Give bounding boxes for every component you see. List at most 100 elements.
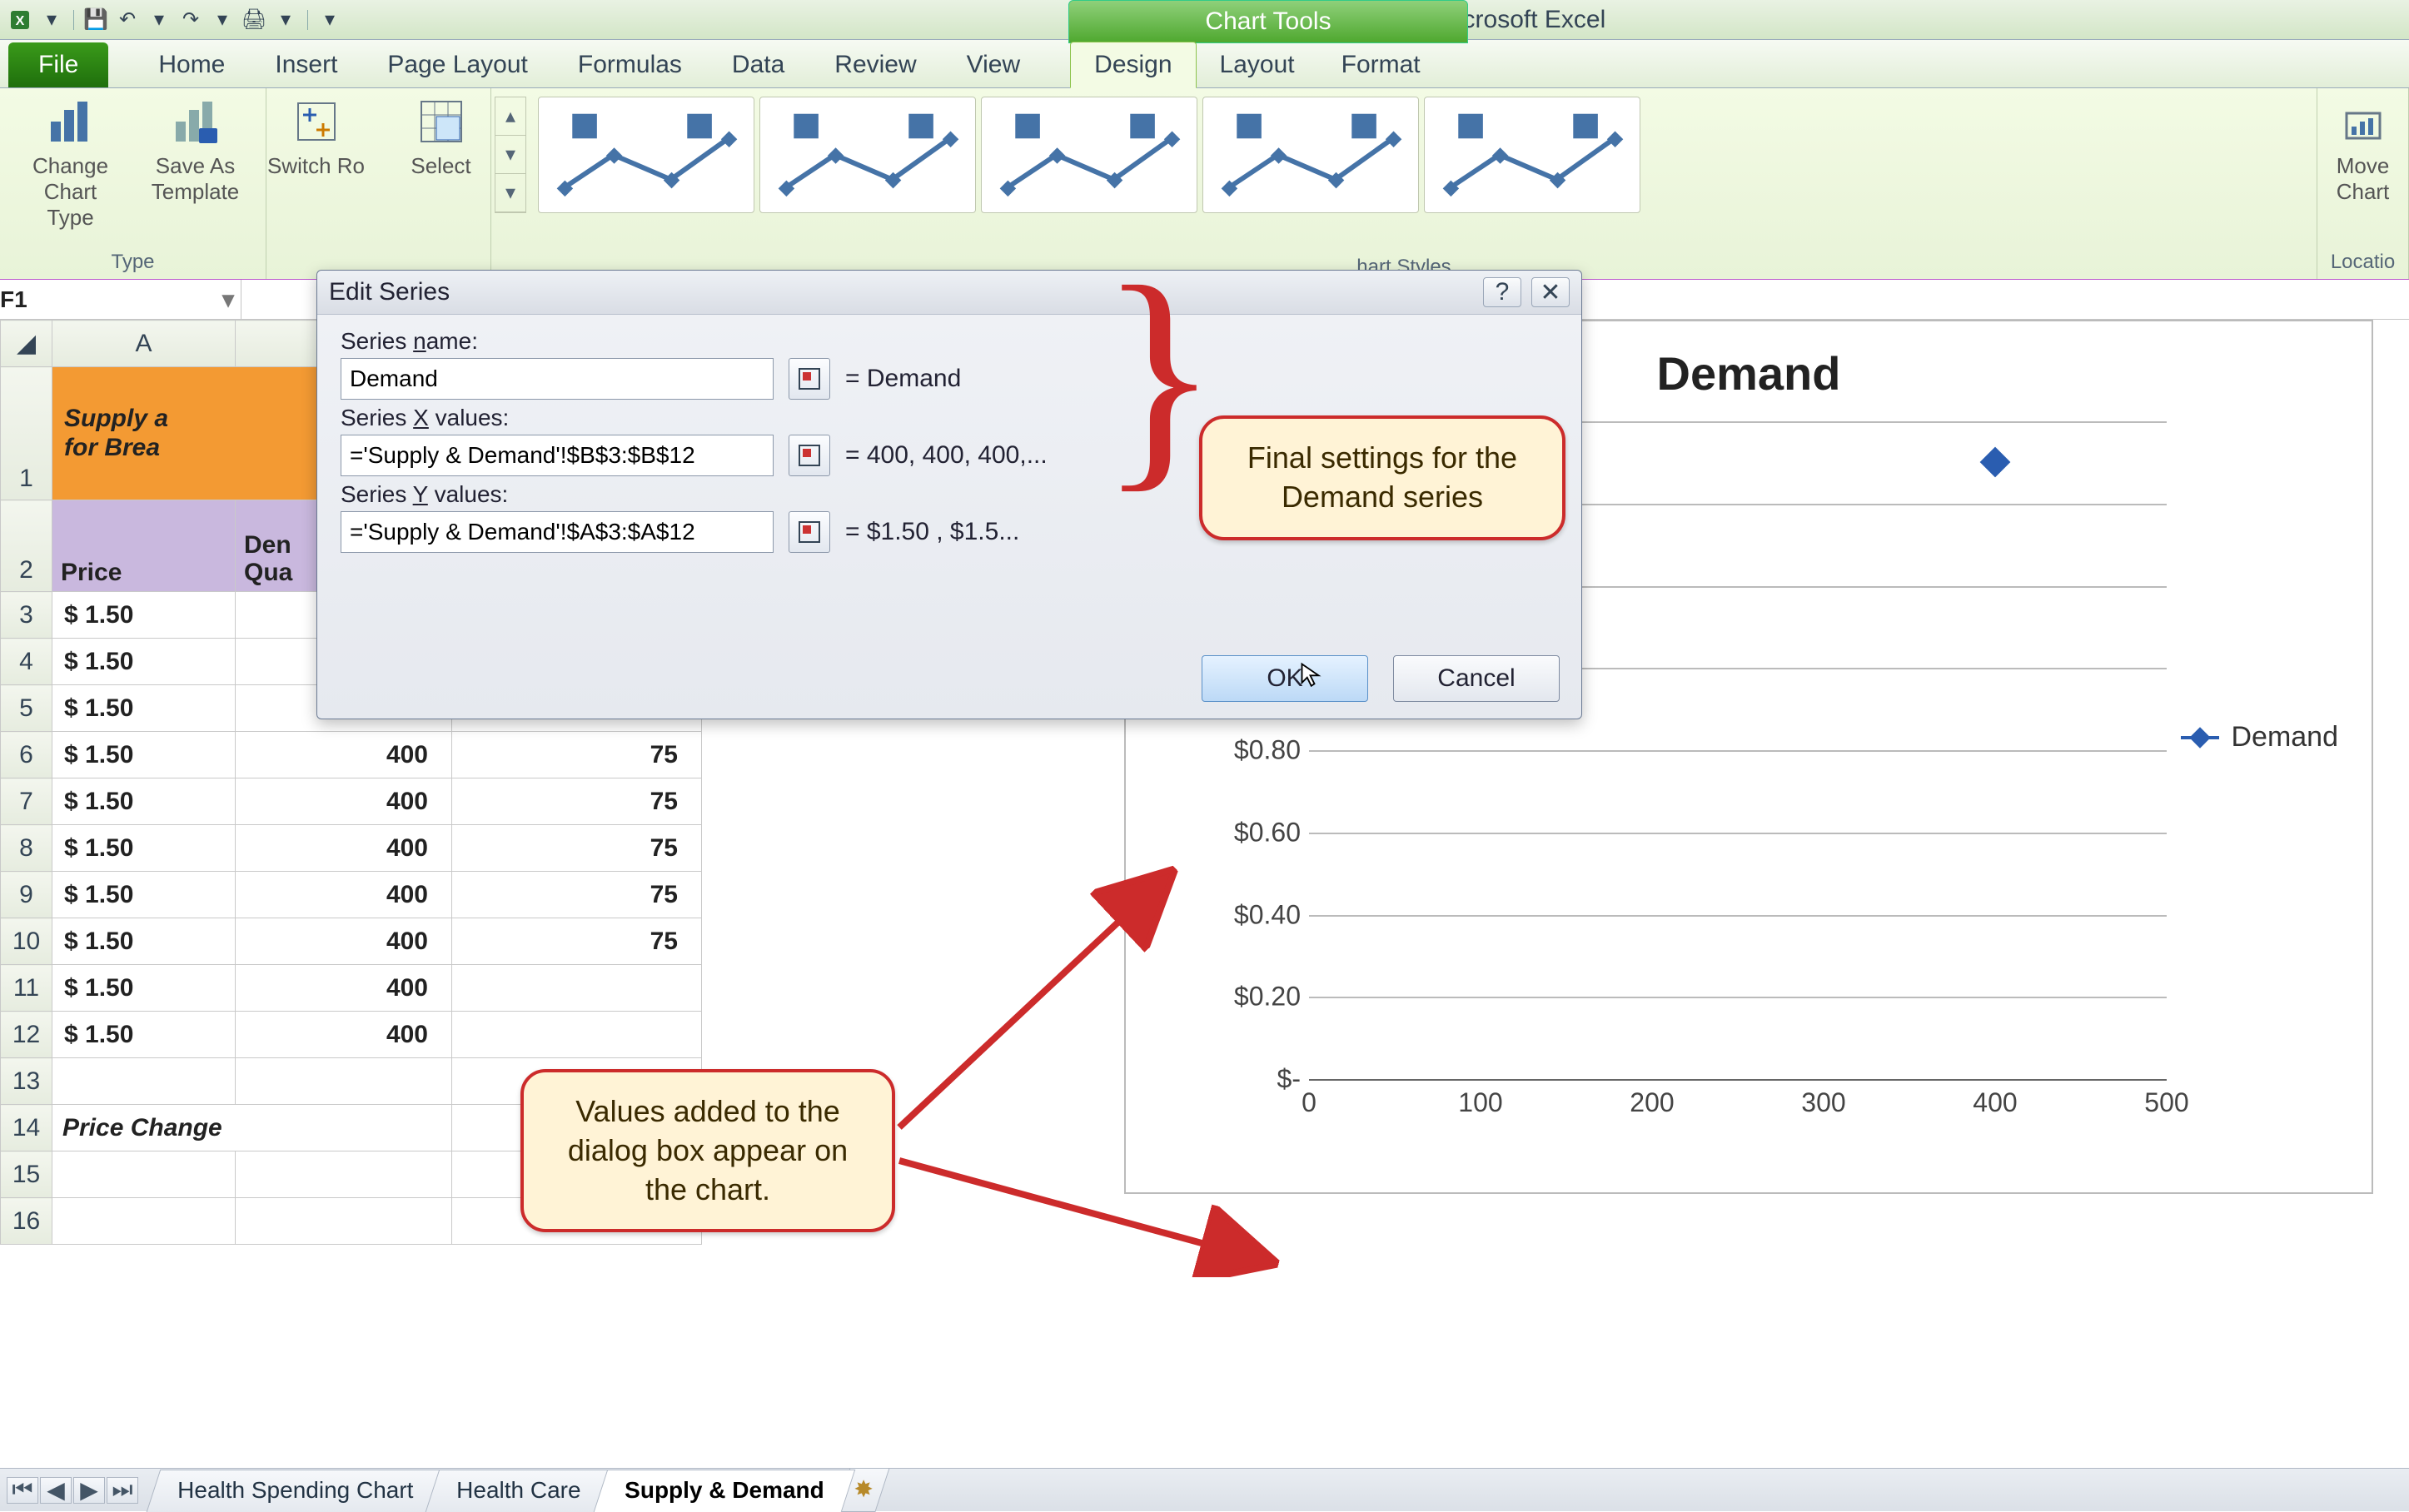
excel-icon[interactable]: X — [8, 8, 32, 32]
select-data-button[interactable]: Select — [391, 97, 491, 179]
col-header-A[interactable]: A — [52, 321, 236, 367]
qat-dropdown-icon[interactable]: ▾ — [40, 8, 63, 32]
cell-A2[interactable]: Price — [52, 500, 236, 592]
cell-A14[interactable]: Price Change — [52, 1105, 452, 1151]
chart-data-marker[interactable] — [1980, 447, 2011, 478]
chart-style-3[interactable] — [981, 97, 1197, 213]
sheet-nav-first-icon[interactable]: ⏮ — [7, 1477, 38, 1504]
chart-legend[interactable]: Demand — [2181, 721, 2338, 754]
row-header-15[interactable]: 15 — [1, 1151, 52, 1198]
tab-review[interactable]: Review — [809, 42, 941, 87]
cell-B9[interactable]: 400 — [236, 872, 452, 918]
cell-C6[interactable]: 75 — [452, 732, 702, 778]
cell-A10[interactable]: $ 1.50 — [52, 918, 236, 965]
row-header-16[interactable]: 16 — [1, 1198, 52, 1245]
cell-A11[interactable]: $ 1.50 — [52, 965, 236, 1012]
redo-dropdown-icon[interactable]: ▾ — [211, 8, 234, 32]
cell-A16[interactable] — [52, 1198, 236, 1245]
chart-style-5[interactable] — [1424, 97, 1640, 213]
row-header-12[interactable]: 12 — [1, 1012, 52, 1058]
series-y-ref-button[interactable] — [789, 511, 830, 553]
row-header-13[interactable]: 13 — [1, 1058, 52, 1105]
cell-C8[interactable]: 75 — [452, 825, 702, 872]
cell-B6[interactable]: 400 — [236, 732, 452, 778]
print-dropdown-icon[interactable]: ▾ — [274, 8, 297, 32]
cell-B7[interactable]: 400 — [236, 778, 452, 825]
cell-A4[interactable]: $ 1.50 — [52, 639, 236, 685]
chart-style-1[interactable] — [538, 97, 754, 213]
cell-A13[interactable] — [52, 1058, 236, 1105]
cell-C12[interactable] — [452, 1012, 702, 1058]
row-header-11[interactable]: 11 — [1, 965, 52, 1012]
save-icon[interactable]: 💾 — [84, 8, 107, 32]
cell-A12[interactable]: $ 1.50 — [52, 1012, 236, 1058]
cell-B12[interactable]: 400 — [236, 1012, 452, 1058]
name-box-dropdown-icon[interactable]: ▾ — [216, 286, 241, 313]
chart-style-2[interactable] — [759, 97, 976, 213]
tab-design[interactable]: Design — [1070, 42, 1196, 88]
row-header-8[interactable]: 8 — [1, 825, 52, 872]
select-all-corner[interactable]: ◢ — [1, 321, 52, 367]
redo-icon[interactable]: ↷ — [179, 8, 202, 32]
row-header-10[interactable]: 10 — [1, 918, 52, 965]
tab-formulas[interactable]: Formulas — [553, 42, 707, 87]
cell-B11[interactable]: 400 — [236, 965, 452, 1012]
cell-C10[interactable]: 75 — [452, 918, 702, 965]
chart-style-4[interactable] — [1202, 97, 1419, 213]
row-header-6[interactable]: 6 — [1, 732, 52, 778]
row-header-4[interactable]: 4 — [1, 639, 52, 685]
tab-layout[interactable]: Layout — [1197, 42, 1318, 87]
cell-A9[interactable]: $ 1.50 — [52, 872, 236, 918]
customize-qat-icon[interactable]: ▾ — [318, 8, 341, 32]
row-header-9[interactable]: 9 — [1, 872, 52, 918]
row-header-14[interactable]: 14 — [1, 1105, 52, 1151]
sheet-tab-health-spending[interactable]: Health Spending Chart — [147, 1470, 445, 1512]
sheet-tab-health-care[interactable]: Health Care — [426, 1470, 612, 1512]
cell-A3[interactable]: $ 1.50 — [52, 592, 236, 639]
cell-B15[interactable] — [236, 1151, 452, 1198]
name-box[interactable]: F1 ▾ — [0, 280, 241, 319]
series-name-input[interactable] — [341, 358, 774, 400]
undo-icon[interactable]: ↶ — [116, 8, 139, 32]
sheet-tab-supply-demand[interactable]: Supply & Demand — [593, 1470, 854, 1512]
switch-row-column-button[interactable]: Switch Ro — [266, 97, 366, 179]
row-header-7[interactable]: 7 — [1, 778, 52, 825]
tab-home[interactable]: Home — [133, 42, 250, 87]
cell-A6[interactable]: $ 1.50 — [52, 732, 236, 778]
ok-button[interactable]: OK — [1202, 655, 1368, 702]
scroll-down-icon[interactable]: ▾ — [495, 136, 525, 174]
series-name-ref-button[interactable] — [789, 358, 830, 400]
cell-C11[interactable] — [452, 965, 702, 1012]
dialog-close-button[interactable]: ✕ — [1531, 277, 1570, 307]
change-chart-type-button[interactable]: Change Chart Type — [21, 97, 121, 231]
dialog-help-button[interactable]: ? — [1483, 277, 1521, 307]
series-x-input[interactable] — [341, 435, 774, 476]
sheet-nav-next-icon[interactable]: ▶ — [73, 1477, 105, 1504]
cancel-button[interactable]: Cancel — [1393, 655, 1560, 702]
row-header-1[interactable]: 1 — [1, 367, 52, 500]
cell-A7[interactable]: $ 1.50 — [52, 778, 236, 825]
print-icon[interactable]: 🖨 — [242, 8, 266, 32]
cell-A5[interactable]: $ 1.50 — [52, 685, 236, 732]
cell-A15[interactable] — [52, 1151, 236, 1198]
tab-file[interactable]: File — [8, 42, 108, 87]
dialog-title-bar[interactable]: Edit Series ? ✕ — [317, 271, 1581, 315]
chart-styles-gallery[interactable] — [530, 88, 2317, 221]
save-as-template-button[interactable]: Save As Template — [146, 97, 246, 231]
cell-B10[interactable]: 400 — [236, 918, 452, 965]
sheet-nav-last-icon[interactable]: ⏭ — [107, 1477, 138, 1504]
tab-view[interactable]: View — [942, 42, 1045, 87]
cell-B16[interactable] — [236, 1198, 452, 1245]
scroll-up-icon[interactable]: ▴ — [495, 97, 525, 136]
tab-data[interactable]: Data — [707, 42, 809, 87]
cell-B13[interactable] — [236, 1058, 452, 1105]
tab-insert[interactable]: Insert — [250, 42, 362, 87]
cell-C9[interactable]: 75 — [452, 872, 702, 918]
cell-A8[interactable]: $ 1.50 — [52, 825, 236, 872]
row-header-3[interactable]: 3 — [1, 592, 52, 639]
tab-format[interactable]: Format — [1318, 42, 1444, 87]
series-y-input[interactable] — [341, 511, 774, 553]
cell-C7[interactable]: 75 — [452, 778, 702, 825]
row-header-5[interactable]: 5 — [1, 685, 52, 732]
undo-dropdown-icon[interactable]: ▾ — [147, 8, 171, 32]
